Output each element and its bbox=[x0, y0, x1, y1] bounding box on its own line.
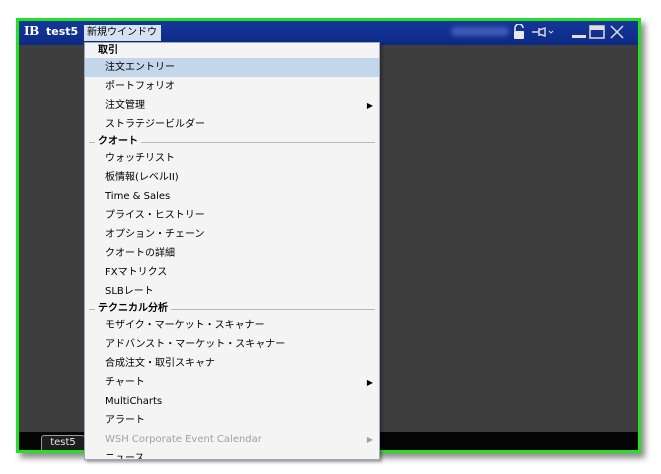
minimize-icon[interactable] bbox=[571, 24, 587, 44]
ib-logo: IB bbox=[24, 24, 39, 38]
menu-item-fx-matrix[interactable]: FXマトリクス bbox=[85, 263, 379, 282]
menu-item-option-chain[interactable]: オプション・チェーン bbox=[85, 225, 379, 244]
menu-item-cut-off[interactable]: ニュース bbox=[85, 449, 379, 459]
menu-item-multicharts[interactable]: MultiCharts bbox=[85, 392, 379, 411]
menu-item-label: チャート bbox=[105, 377, 145, 388]
menu-item-price-history[interactable]: プライス・ヒストリー bbox=[85, 206, 379, 225]
menu-item-book-trader[interactable]: 板情報(レベルII) bbox=[85, 168, 379, 187]
submenu-arrow-icon: ▶ bbox=[366, 378, 373, 387]
menu-item-label: 注文管理 bbox=[105, 100, 145, 111]
menu-item-strategy-builder[interactable]: ストラテジービルダー bbox=[85, 115, 379, 134]
section-header-technical: テクニカル分析 bbox=[85, 301, 379, 316]
window-tab[interactable]: test5 bbox=[41, 435, 85, 450]
menu-item-chart[interactable]: チャート ▶ bbox=[85, 373, 379, 392]
pin-icon[interactable] bbox=[531, 24, 555, 44]
menu-item-slb-rate[interactable]: SLBレート bbox=[85, 282, 379, 301]
menu-item-label: WSH Corporate Event Calendar bbox=[105, 434, 262, 445]
menu-item-advanced-scanner[interactable]: アドバンスト・マーケット・スキャナー bbox=[85, 335, 379, 354]
submenu-arrow-icon: ▶ bbox=[366, 435, 373, 444]
menu-item-combo-scanner[interactable]: 合成注文・取引スキャナ bbox=[85, 354, 379, 373]
close-icon[interactable] bbox=[609, 24, 625, 44]
submenu-arrow-icon: ▶ bbox=[366, 101, 373, 110]
blurred-account-label bbox=[451, 27, 509, 36]
section-header-quote: クオート bbox=[85, 134, 379, 149]
window-title: test5 bbox=[46, 25, 79, 38]
menu-item-mosaic-scanner[interactable]: モザイク・マーケット・スキャナー bbox=[85, 316, 379, 335]
menu-item-order-management[interactable]: 注文管理 ▶ bbox=[85, 96, 379, 115]
new-window-menu-button[interactable]: 新規ウインドウ bbox=[84, 25, 161, 41]
menu-item-order-entry[interactable]: 注文エントリー bbox=[85, 58, 379, 77]
menu-item-time-sales[interactable]: Time & Sales bbox=[85, 187, 379, 206]
menu-item-portfolio[interactable]: ポートフォリオ bbox=[85, 77, 379, 96]
section-header-trading: 取引 bbox=[85, 43, 379, 58]
menu-item-quote-details[interactable]: クオートの詳細 bbox=[85, 244, 379, 263]
maximize-icon[interactable] bbox=[589, 24, 605, 44]
lock-icon[interactable] bbox=[512, 23, 526, 44]
menu-item-alert[interactable]: アラート bbox=[85, 411, 379, 430]
menu-item-wsh-calendar: WSH Corporate Event Calendar ▶ bbox=[85, 430, 379, 449]
new-window-dropdown-menu: 取引 注文エントリー ポートフォリオ 注文管理 ▶ ストラテジービルダー クオー… bbox=[84, 42, 380, 460]
menu-item-watchlist[interactable]: ウォッチリスト bbox=[85, 149, 379, 168]
